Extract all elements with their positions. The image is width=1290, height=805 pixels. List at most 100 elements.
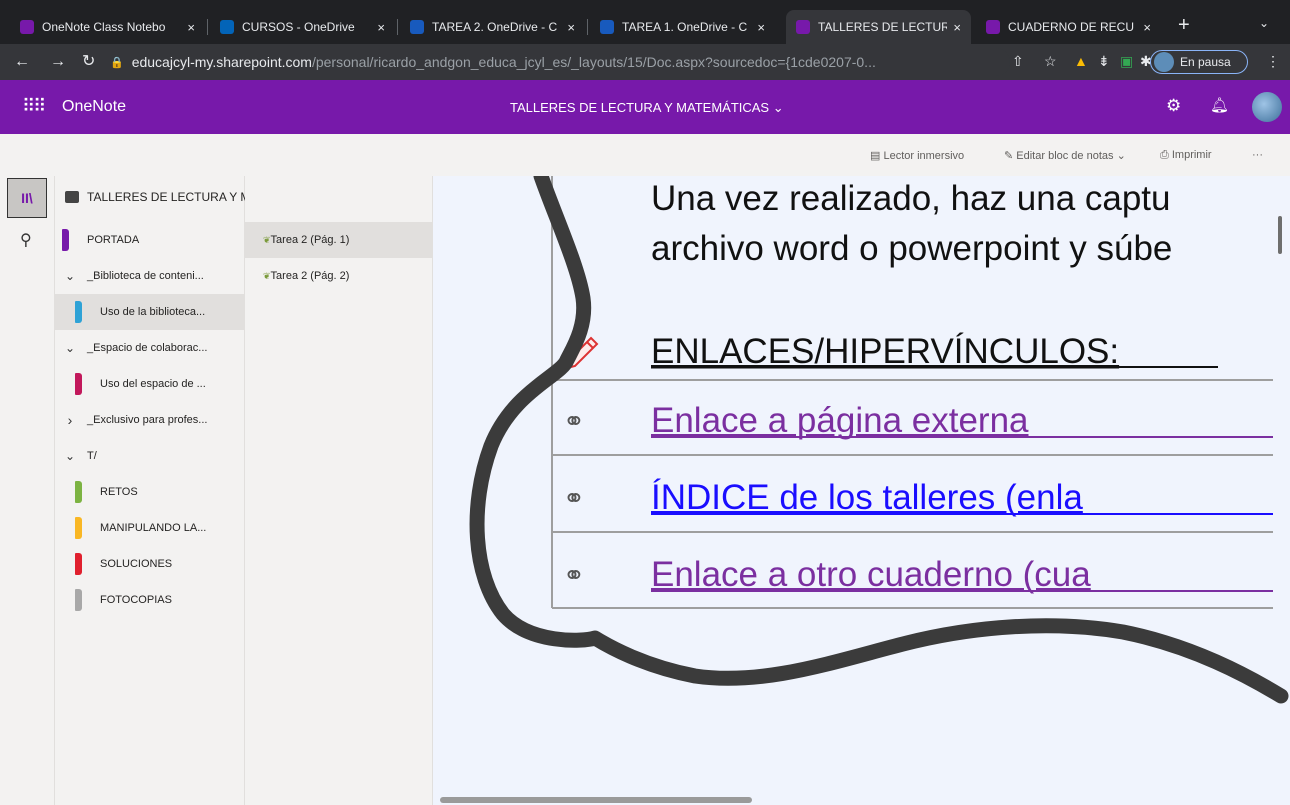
tab-title: CUADERNO DE RECU: [1008, 20, 1135, 34]
section-item[interactable]: Uso del espacio de ...: [55, 366, 245, 402]
section-item[interactable]: FOTOCOPIAS: [55, 582, 245, 618]
google-drive-extension-icon[interactable]: ▲: [1074, 53, 1088, 69]
close-tab-icon[interactable]: ×: [567, 20, 575, 35]
browser-tab[interactable]: TAREA 1. OneDrive - C ×: [590, 10, 775, 44]
browser-menu-icon[interactable]: ⋮: [1266, 53, 1280, 70]
browser-tab[interactable]: CURSOS - OneDrive ×: [210, 10, 395, 44]
notebooks-library-icon[interactable]: II\: [7, 178, 47, 218]
sections-pane: TALLERES DE LECTURA Y MATEMÁTICAS ⌄ PORT…: [55, 176, 341, 805]
new-tab-button[interactable]: +: [1178, 14, 1190, 37]
reload-icon[interactable]: ↻: [82, 53, 95, 71]
section-color-tab: [75, 373, 82, 395]
section-item[interactable]: PORTADA: [55, 222, 245, 258]
tab-title: TALLERES DE LECTUR: [818, 20, 948, 34]
section-group[interactable]: › _Exclusivo para profes...: [55, 402, 245, 438]
section-item[interactable]: SOLUCIONES: [55, 546, 245, 582]
app-name[interactable]: OneNote: [62, 98, 126, 116]
instruction-line-1: Una vez realizado, haz una captu: [651, 179, 1171, 218]
section-item[interactable]: RETOS: [55, 474, 245, 510]
section-label: Uso de la biblioteca...: [100, 306, 206, 318]
url-host: educajcyl-my.sharepoint.com: [131, 54, 312, 70]
hyperlink[interactable]: ÍNDICE de los talleres (enla: [651, 478, 1083, 517]
browser-tab[interactable]: OneNote Class Notebo ×: [10, 10, 205, 44]
page-emoji-icon: ❦: [263, 270, 271, 281]
section-item[interactable]: Uso de la biblioteca...: [55, 294, 245, 330]
immersive-reader-button[interactable]: ▤ Lector inmersivo: [870, 149, 964, 162]
search-icon[interactable]: ⚲: [20, 230, 32, 250]
chevron-right-icon[interactable]: ›: [61, 412, 79, 428]
tab-search-chevron-icon[interactable]: ⌄: [1259, 16, 1269, 30]
tab-title: TAREA 1. OneDrive - C: [622, 20, 748, 34]
section-label: _Biblioteca de conteni...: [87, 270, 204, 282]
back-arrow-icon[interactable]: ←: [14, 53, 30, 71]
extension-icon[interactable]: ⇟: [1098, 53, 1110, 70]
onenote-class-notebook-icon: [20, 20, 34, 34]
page-item[interactable]: ❦ Tarea 2 (Pág. 2): [245, 258, 433, 294]
link-chain-icon: ⚭: [563, 407, 585, 437]
navigation-rail: II\ ⚲: [0, 176, 55, 805]
link-chain-icon: ⚭: [563, 484, 585, 514]
section-label: _Espacio de colaborac...: [87, 342, 208, 354]
forward-arrow-icon[interactable]: →: [50, 53, 66, 71]
edit-notebook-button[interactable]: ✎ Editar bloc de notas ⌄: [1004, 149, 1126, 162]
section-color-tab: [75, 553, 82, 575]
chevron-down-icon[interactable]: ⌄: [61, 449, 79, 463]
section-label: SOLUCIONES: [100, 558, 173, 570]
immersive-reader-icon: ▤: [870, 150, 884, 162]
settings-gear-icon[interactable]: ⚙: [1166, 96, 1181, 116]
app-launcher-waffle-icon[interactable]: ⠿⠿: [22, 96, 46, 117]
profile-avatar: [1154, 52, 1174, 72]
profile-paused-button[interactable]: En pausa: [1150, 50, 1248, 74]
user-avatar[interactable]: [1252, 92, 1282, 122]
section-color-tab: [75, 301, 82, 323]
share-icon[interactable]: ⇧: [1012, 53, 1024, 70]
link-chain-icon: ⚭: [563, 561, 585, 591]
page-emoji-icon: ❦: [263, 234, 271, 245]
onedrive-cloud-icon: [220, 20, 234, 34]
tab-separator: [587, 19, 588, 35]
section-group[interactable]: ⌄ _Espacio de colaborac...: [55, 330, 245, 366]
section-color-tab: [75, 517, 82, 539]
more-options-button[interactable]: ···: [1252, 149, 1263, 161]
page-canvas[interactable]: Una vez realizado, haz una captu archivo…: [433, 176, 1290, 805]
print-button[interactable]: ⎙ Imprimir: [1160, 149, 1212, 162]
tab-title: TAREA 2. OneDrive - C: [432, 20, 558, 34]
notifications-bell-icon[interactable]: 🔔︎: [1210, 96, 1229, 114]
tab-separator: [207, 19, 208, 35]
chevron-down-icon[interactable]: ⌄: [61, 269, 79, 283]
close-tab-icon[interactable]: ×: [953, 20, 961, 35]
profile-status-label: En pausa: [1180, 55, 1231, 69]
page-vertical-scrollbar[interactable]: [1278, 216, 1282, 254]
section-label: FOTOCOPIAS: [100, 594, 172, 606]
links-heading: ENLACES/HIPERVÍNCULOS:: [651, 332, 1119, 371]
section-group[interactable]: ⌄ _Biblioteca de conteni...: [55, 258, 245, 294]
close-tab-icon[interactable]: ×: [1143, 20, 1151, 35]
section-color-tab: [62, 229, 69, 251]
screen-capture-extension-icon[interactable]: ▣: [1120, 53, 1133, 70]
hyperlink[interactable]: Enlace a otro cuaderno (cua: [651, 555, 1091, 594]
bookmark-star-icon[interactable]: ☆: [1044, 53, 1057, 70]
close-tab-icon[interactable]: ×: [377, 20, 385, 35]
address-bar[interactable]: 🔒 educajcyl-my.sharepoint.com /personal/…: [110, 48, 1010, 76]
hyperlink[interactable]: Enlace a página externa: [651, 401, 1029, 440]
page-content-svg: Una vez realizado, haz una captu archivo…: [469, 176, 1289, 704]
section-group[interactable]: ⌄ T/: [55, 438, 245, 474]
lock-icon: 🔒: [110, 56, 124, 69]
browser-tab[interactable]: CUADERNO DE RECU ×: [976, 10, 1161, 44]
notebook-icon: [65, 191, 79, 203]
browser-tab[interactable]: TAREA 2. OneDrive - C ×: [400, 10, 585, 44]
browser-tab[interactable]: TALLERES DE LECTUR ×: [786, 10, 971, 44]
section-label: RETOS: [100, 486, 138, 498]
browser-toolbar: ← → ↻ 🔒 educajcyl-my.sharepoint.com /per…: [0, 44, 1290, 80]
page-item[interactable]: ❦ Tarea 2 (Pág. 1): [245, 222, 433, 258]
section-label: Uso del espacio de ...: [100, 378, 206, 390]
chevron-down-icon[interactable]: ⌄: [61, 341, 79, 355]
close-tab-icon[interactable]: ×: [757, 20, 765, 35]
onenote-icon: [986, 20, 1000, 34]
close-tab-icon[interactable]: ×: [187, 20, 195, 35]
section-item[interactable]: MANIPULANDO LA...: [55, 510, 245, 546]
notebook-title-dropdown[interactable]: TALLERES DE LECTURA Y MATEMÁTICAS ⌄: [510, 100, 784, 116]
section-color-tab: [75, 481, 82, 503]
page-horizontal-scrollbar[interactable]: [440, 797, 752, 803]
section-label: _Exclusivo para profes...: [87, 414, 208, 426]
